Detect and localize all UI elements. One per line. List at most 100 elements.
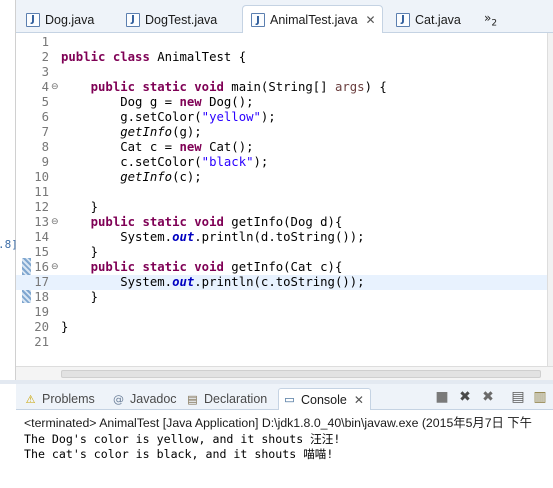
code-line[interactable]: 13 ⊖ public static void getInfo(Dog d){ — [16, 215, 547, 230]
code-text: System.out.println(d.toString()); — [61, 230, 365, 244]
tab-label: AnimalTest.java — [270, 13, 358, 27]
code-line[interactable]: 5 Dog g = new Dog(); — [16, 95, 547, 110]
tab-dogtest-java[interactable]: J DogTest.java — [118, 6, 217, 33]
line-number: 4 — [41, 80, 49, 94]
vertical-scrollbar[interactable] — [547, 33, 553, 366]
console-output[interactable]: <terminated> AnimalTest [Java Applicatio… — [16, 410, 553, 488]
fold-toggle-icon[interactable]: ⊖ — [51, 215, 59, 230]
line-number: 21 — [34, 335, 49, 349]
code-line[interactable]: 16 ⊖ public static void getInfo(Cat c){ — [16, 260, 547, 275]
code-line[interactable]: 1 — [16, 35, 547, 50]
tab-label: Javadoc — [130, 392, 177, 406]
line-number: 19 — [34, 305, 49, 319]
code-text: getInfo(c); — [120, 170, 202, 184]
scrollbar-thumb[interactable] — [61, 370, 541, 378]
tab-declaration[interactable]: ▤ Declaration — [186, 388, 267, 410]
line-number: 1 — [41, 35, 49, 49]
code-line[interactable]: 4 ⊖ public static void main(String[] args… — [16, 80, 547, 95]
tab-cat-java[interactable]: J Cat.java — [388, 6, 461, 33]
code-line[interactable]: 12 } — [16, 200, 547, 215]
tab-javadoc[interactable]: @ Javadoc — [112, 388, 177, 410]
code-line[interactable]: 17 System.out.println(c.toString()); — [16, 275, 547, 290]
tab-overflow-button[interactable]: »2 — [484, 11, 497, 28]
tab-console[interactable]: ▭ Console ✕ — [278, 388, 371, 410]
tab-label: DogTest.java — [145, 12, 218, 27]
line-number: 8 — [41, 140, 49, 154]
terminate-icon[interactable]: ■ — [434, 389, 450, 405]
tab-label: Problems — [42, 392, 95, 406]
code-line[interactable]: 9 c.setColor("black"); — [16, 155, 547, 170]
left-view-stub: .8] — [0, 0, 18, 380]
code-line[interactable]: 11 — [16, 185, 547, 200]
code-line[interactable]: 3 — [16, 65, 547, 80]
tab-dog-java[interactable]: J Dog.java — [18, 6, 94, 33]
java-file-icon: J — [26, 12, 40, 27]
fold-toggle-icon[interactable]: ⊖ — [51, 260, 59, 275]
line-number: 6 — [41, 110, 49, 124]
tab-label: Declaration — [204, 392, 268, 406]
line-number: 17 — [34, 275, 49, 289]
code-line[interactable]: 19 — [16, 305, 547, 320]
code-text: } — [61, 245, 99, 259]
code-line[interactable]: 21 — [16, 335, 547, 350]
code-line[interactable]: 8 Cat c = new Cat(); — [16, 140, 547, 155]
scroll-lock-icon[interactable]: ▥ — [532, 389, 548, 405]
code-line[interactable]: 18 } — [16, 290, 547, 305]
remove-all-terminated-icon[interactable]: ✖ — [480, 389, 496, 405]
code-text: Dog g = new Dog(); — [61, 95, 254, 109]
line-number: 7 — [41, 125, 49, 139]
code-line[interactable]: 15 } — [16, 245, 547, 260]
console-status: <terminated> AnimalTest [Java Applicatio… — [24, 416, 532, 430]
code-editor[interactable]: 1 2 public class AnimalTest {3 4 ⊖ public st… — [16, 33, 547, 366]
code-line[interactable]: 20} — [16, 320, 547, 335]
code-line[interactable]: 10 getInfo(c); — [16, 170, 547, 185]
editor-tab-bar: J Dog.java J DogTest.java J AnimalTest.j… — [16, 0, 553, 34]
code-line[interactable]: 2 public class AnimalTest { — [16, 50, 547, 65]
java-file-icon: J — [396, 12, 410, 27]
code-text: public class AnimalTest { — [61, 50, 247, 64]
horizontal-scrollbar[interactable] — [16, 366, 553, 380]
line-number: 2 — [41, 50, 49, 64]
code-line[interactable]: 7 getInfo(g); — [16, 125, 547, 140]
problems-icon: ⚠ — [25, 392, 36, 406]
line-number: 14 — [34, 230, 49, 244]
line-number: 9 — [41, 155, 49, 169]
javadoc-icon: @ — [113, 392, 124, 406]
close-tab-icon[interactable]: ✕ — [354, 393, 364, 407]
code-text: System.out.println(c.toString()); — [61, 275, 365, 289]
close-tab-icon[interactable]: ✕ — [366, 13, 376, 27]
console-line: The Dog's color is yellow, and it shouts… — [24, 432, 341, 446]
code-text: } — [61, 320, 69, 334]
line-number: 12 — [34, 200, 49, 214]
code-text: public static void main(String[] args) { — [90, 80, 387, 94]
code-text: public static void getInfo(Cat c){ — [90, 260, 343, 274]
code-text: g.setColor("yellow"); — [61, 110, 276, 124]
java-file-icon: J — [251, 13, 265, 27]
line-number: 10 — [34, 170, 49, 184]
code-text: } — [61, 290, 99, 304]
tab-label: Dog.java — [45, 12, 95, 27]
clear-console-icon[interactable]: ▤ — [510, 389, 526, 405]
code-line[interactable]: 14 System.out.println(d.toString()); — [16, 230, 547, 245]
console-icon: ▭ — [284, 393, 295, 406]
tab-label: Cat.java — [415, 12, 461, 27]
tab-problems[interactable]: ⚠ Problems — [24, 388, 95, 410]
code-text: } — [61, 200, 99, 214]
line-number: 15 — [34, 245, 49, 259]
line-number: 16 — [34, 260, 49, 274]
tab-label: Console — [301, 392, 347, 407]
line-number: 5 — [41, 95, 49, 109]
code-line[interactable]: 6 g.setColor("yellow"); — [16, 110, 547, 125]
java-file-icon: J — [126, 12, 140, 27]
declaration-icon: ▤ — [187, 392, 198, 406]
line-number: 11 — [34, 185, 49, 199]
line-number: 20 — [34, 320, 49, 334]
line-number: 18 — [34, 290, 49, 304]
code-text: public static void getInfo(Dog d){ — [90, 215, 343, 229]
line-number: 13 — [34, 215, 49, 229]
tab-animaltest-java[interactable]: J AnimalTest.java ✕ — [242, 5, 383, 34]
fold-toggle-icon[interactable]: ⊖ — [51, 80, 59, 95]
line-number: 3 — [41, 65, 49, 79]
remove-launch-icon[interactable]: ✖ — [457, 389, 473, 405]
code-text: Cat c = new Cat(); — [61, 140, 254, 154]
